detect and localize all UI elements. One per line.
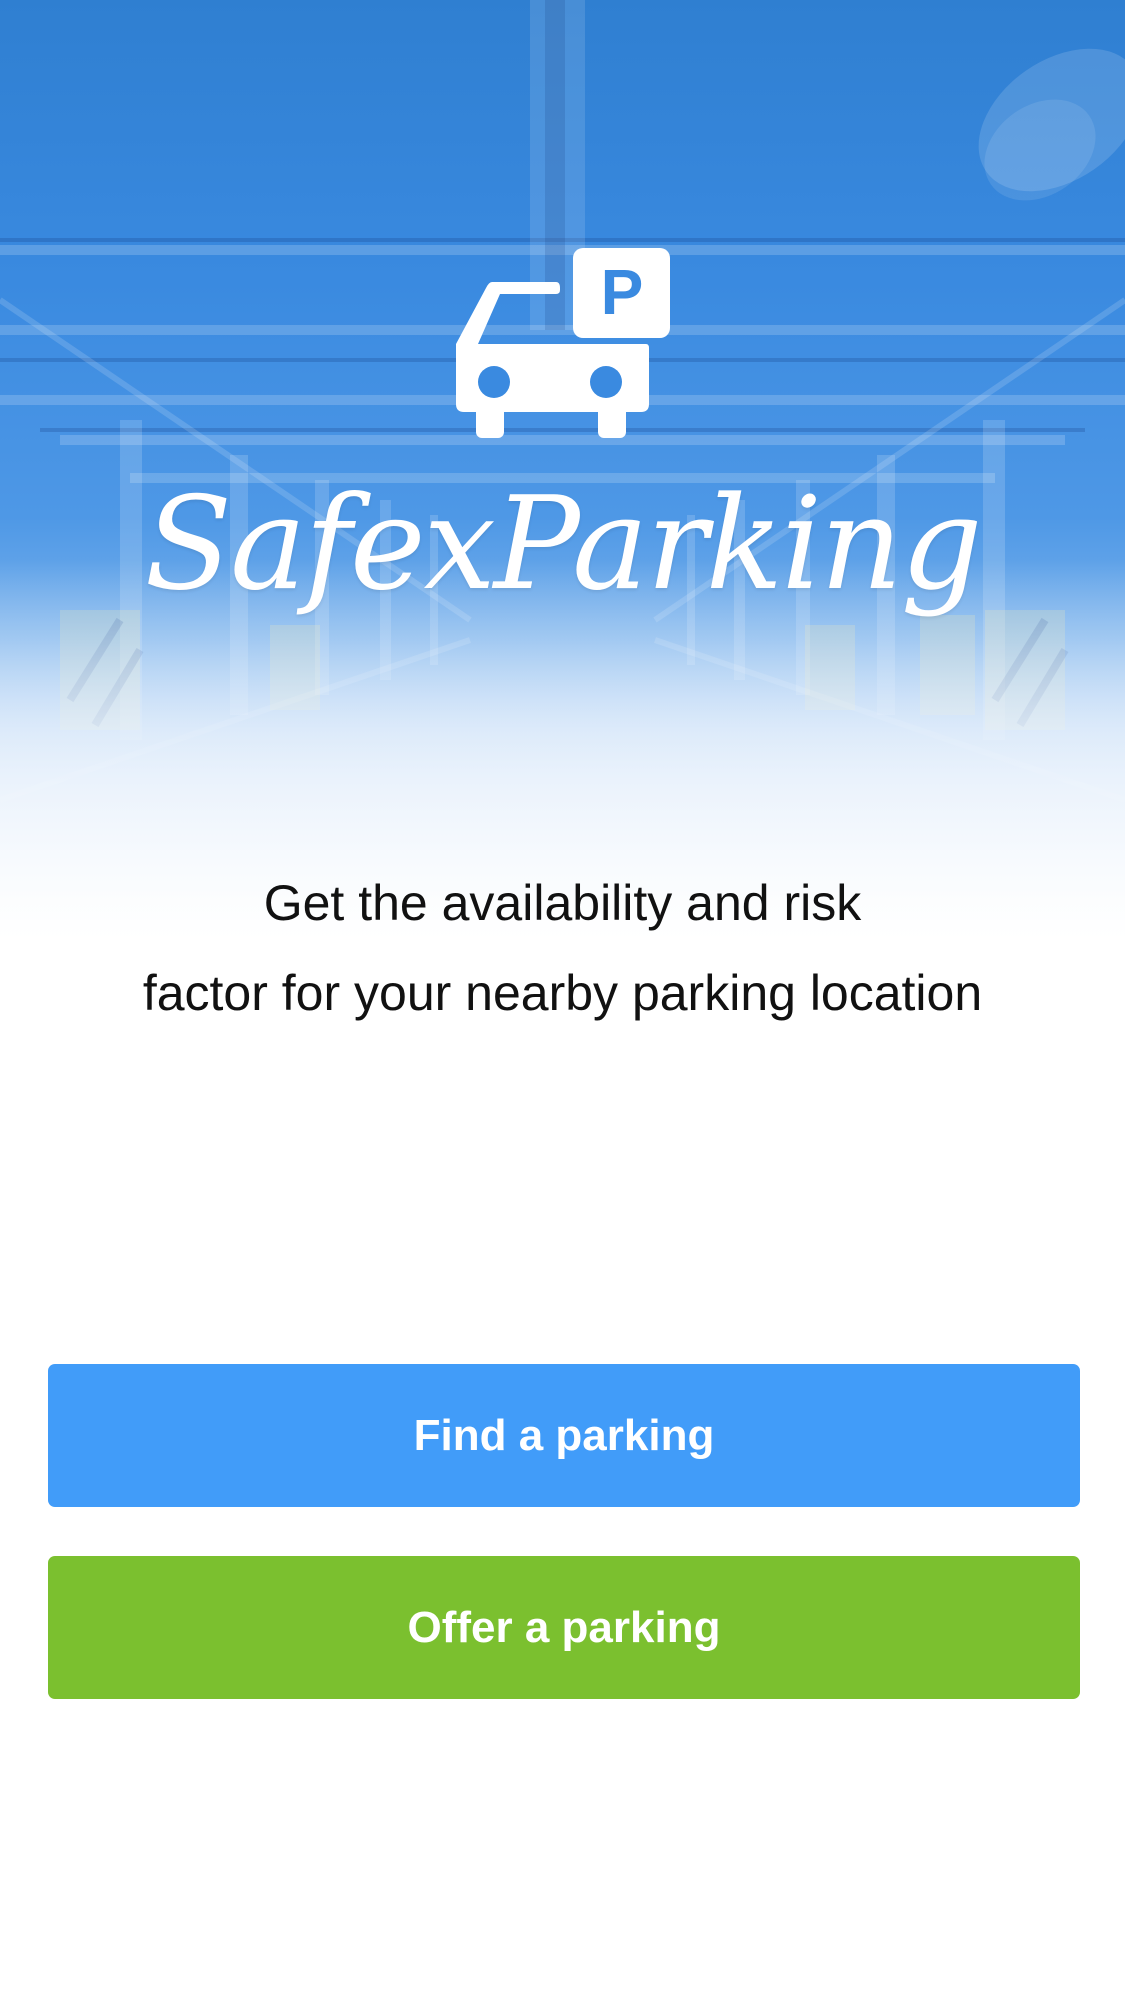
- app-brand-name: SafexParking: [144, 470, 982, 619]
- splash-screen: P SafexParking Get the availability and …: [0, 0, 1125, 2001]
- parking-sign-letter: P: [601, 256, 644, 328]
- offer-parking-button[interactable]: Offer a parking: [48, 1556, 1080, 1699]
- car-parking-icon: P: [456, 248, 670, 438]
- find-parking-button[interactable]: Find a parking: [48, 1364, 1080, 1507]
- tagline: Get the availability and risk factor for…: [40, 858, 1085, 1038]
- tagline-line-2: factor for your nearby parking location: [142, 965, 983, 1021]
- tagline-line-1: Get the availability and risk: [263, 875, 862, 931]
